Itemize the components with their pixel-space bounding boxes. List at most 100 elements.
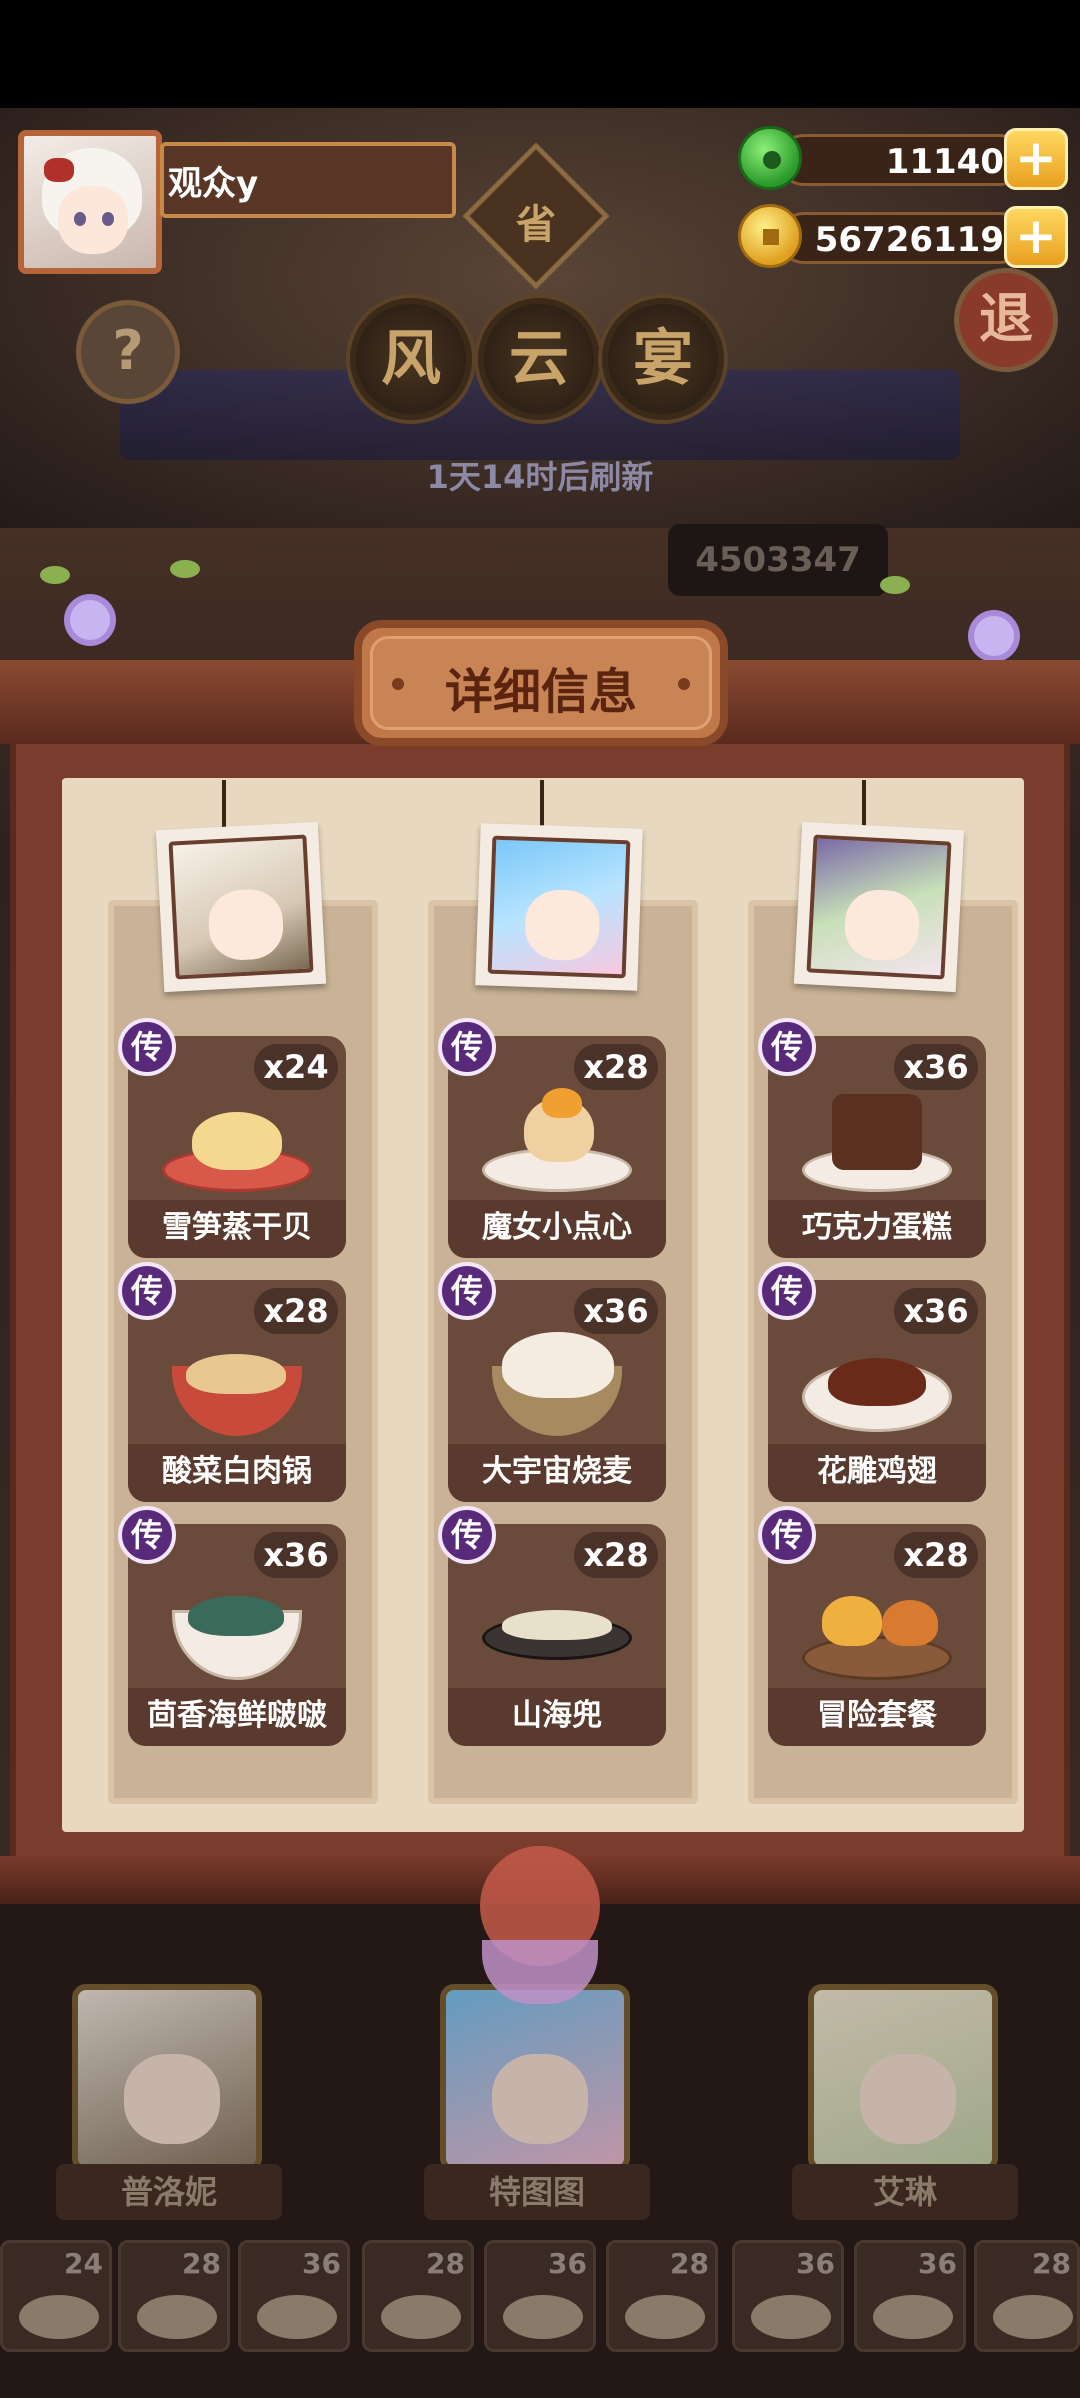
- dish-thumb-count: 36: [548, 2247, 587, 2280]
- dish-image: [472, 1088, 642, 1196]
- dish-thumb-count: 36: [918, 2247, 957, 2280]
- help-button[interactable]: ?: [76, 300, 180, 404]
- dish-name: 雪笋蒸干贝: [128, 1200, 346, 1258]
- dish-food: [186, 1354, 286, 1394]
- dish-thumb-image: [381, 2295, 461, 2339]
- hero-portrait-3[interactable]: [808, 1984, 998, 2172]
- gold-currency: 56726119 +: [738, 204, 1068, 268]
- dish-food: [188, 1596, 284, 1636]
- dish-thumb[interactable]: 28: [118, 2240, 230, 2352]
- hero-portrait-2[interactable]: [440, 1984, 630, 2172]
- dish-thumb[interactable]: 36: [854, 2240, 966, 2352]
- dish-food: [502, 1332, 614, 1398]
- plaque-yun: 云: [478, 298, 600, 420]
- dish-plate: [802, 1636, 952, 1680]
- dish-name: 酸菜白肉锅: [128, 1444, 346, 1502]
- legendary-badge: 传: [758, 1506, 816, 1564]
- chef-portrait-1[interactable]: [155, 821, 327, 993]
- avatar-face: [58, 186, 128, 254]
- chef-portrait-3[interactable]: [793, 821, 965, 993]
- dish-image: [152, 1088, 322, 1196]
- dish-food: [828, 1358, 926, 1406]
- avatar-eye: [102, 212, 114, 226]
- dish-count: x36: [574, 1288, 658, 1334]
- dish-thumb[interactable]: 36: [732, 2240, 844, 2352]
- chef-portrait-image: [168, 834, 314, 980]
- dish-image: [472, 1576, 642, 1684]
- dish-food: [542, 1088, 582, 1118]
- legendary-badge: 传: [758, 1018, 816, 1076]
- dish-image: [152, 1332, 322, 1440]
- status-bar: [0, 0, 1080, 108]
- flower-decoration: [70, 600, 110, 640]
- dish-thumb[interactable]: 28: [606, 2240, 718, 2352]
- exit-button[interactable]: 退: [954, 268, 1058, 372]
- dish-count: x36: [254, 1532, 338, 1578]
- dish-food: [502, 1610, 612, 1640]
- legendary-badge: 传: [438, 1506, 496, 1564]
- add-gold-button[interactable]: +: [1004, 206, 1068, 268]
- hero-portrait-1[interactable]: [72, 1984, 262, 2172]
- legendary-badge: 传: [118, 1018, 176, 1076]
- dish-thumb-image: [751, 2295, 831, 2339]
- refresh-timer: 1天14时后刷新: [426, 458, 654, 496]
- dish-thumb-image: [137, 2295, 217, 2339]
- dish-name: 魔女小点心: [448, 1200, 666, 1258]
- dish-image: [152, 1576, 322, 1684]
- plaque-feng-label: 风: [381, 324, 441, 394]
- dish-thumb-image: [625, 2295, 705, 2339]
- chef-portrait-image: [487, 835, 631, 979]
- jade-currency: 11140 +: [738, 126, 1068, 190]
- dish-image: [792, 1576, 962, 1684]
- chef-face: [524, 888, 601, 962]
- avatar-bow: [44, 158, 74, 182]
- hero-name-3: 艾琳: [792, 2164, 1018, 2220]
- leaf-decoration: [40, 566, 70, 584]
- dish-image: [792, 1088, 962, 1196]
- chef-portrait-2[interactable]: [475, 823, 643, 991]
- legendary-badge: 传: [438, 1262, 496, 1320]
- player-name: 观众y: [168, 164, 259, 204]
- hero-name-1: 普洛妮: [56, 2164, 282, 2220]
- dish-image: [792, 1332, 962, 1440]
- gold-coin-icon: [738, 204, 802, 268]
- dish-food: [192, 1112, 282, 1170]
- add-jade-button[interactable]: +: [1004, 128, 1068, 190]
- hero-face: [124, 2054, 220, 2144]
- gold-amount: 56726119: [814, 220, 1004, 260]
- dish-thumb[interactable]: 28: [362, 2240, 474, 2352]
- dish-thumb-image: [503, 2295, 583, 2339]
- dish-thumb[interactable]: 28: [974, 2240, 1080, 2352]
- dish-name: 山海兜: [448, 1688, 666, 1746]
- player-avatar[interactable]: [18, 130, 162, 274]
- chef-face: [207, 887, 285, 962]
- dish-count: x36: [894, 1044, 978, 1090]
- dish-thumb-count: 36: [796, 2247, 835, 2280]
- dish-thumb-count: 28: [1032, 2247, 1071, 2280]
- chef-portrait-image: [806, 834, 952, 980]
- legendary-badge: 传: [118, 1506, 176, 1564]
- dish-thumb[interactable]: 24: [0, 2240, 112, 2352]
- province-badge-label: 省: [516, 202, 556, 248]
- dish-name: 大宇宙烧麦: [448, 1444, 666, 1502]
- dish-thumb-image: [257, 2295, 337, 2339]
- dish-thumb-count: 36: [302, 2247, 341, 2280]
- dish-count: x28: [574, 1532, 658, 1578]
- legendary-badge: 传: [758, 1262, 816, 1320]
- dish-count: x28: [894, 1532, 978, 1578]
- plaque-yun-label: 云: [509, 324, 569, 394]
- panel-title: 详细信息: [444, 664, 637, 720]
- dish-thumb[interactable]: 36: [238, 2240, 350, 2352]
- plaque-yan: 宴: [602, 298, 724, 420]
- dish-name: 茴香海鲜啵啵: [128, 1688, 346, 1746]
- dish-count: x28: [254, 1288, 338, 1334]
- dish-thumb-count: 28: [670, 2247, 709, 2280]
- hero-face: [492, 2054, 588, 2144]
- dish-food: [882, 1600, 938, 1646]
- chef-face: [843, 888, 921, 963]
- dish-thumb-image: [19, 2295, 99, 2339]
- dish-count: x24: [254, 1044, 338, 1090]
- legendary-badge: 传: [438, 1018, 496, 1076]
- avatar-eye: [74, 212, 86, 226]
- dish-thumb[interactable]: 36: [484, 2240, 596, 2352]
